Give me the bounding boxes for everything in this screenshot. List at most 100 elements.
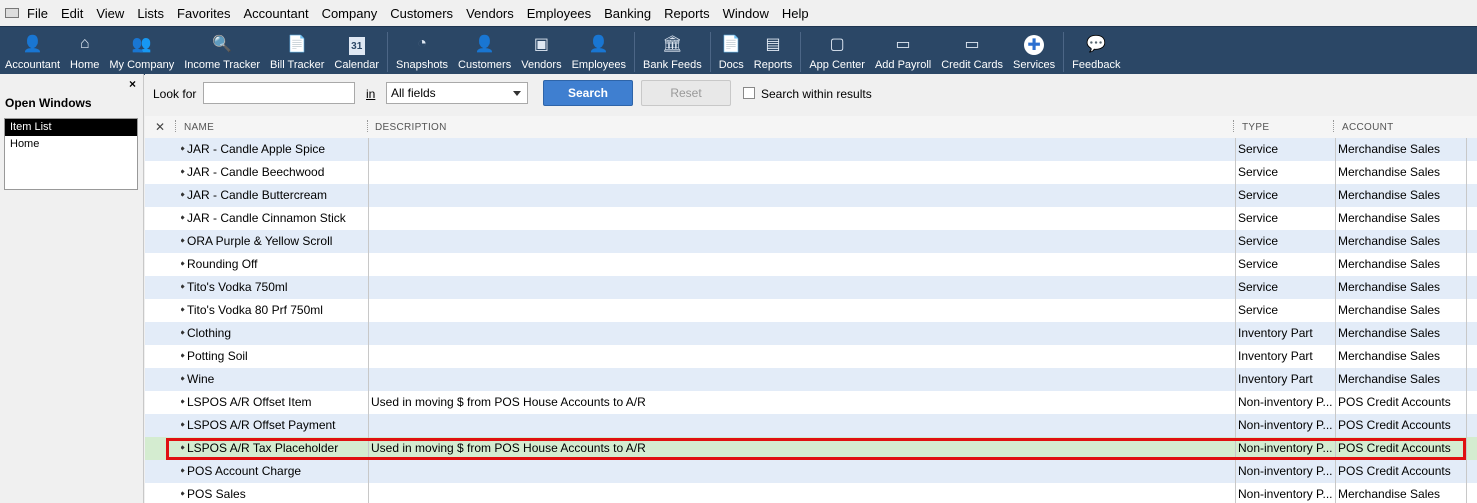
item-name-cell: JAR - Candle Apple Spice: [181, 138, 365, 161]
accountant-icon: 👤: [22, 36, 43, 53]
my-company-icon: 👥: [131, 36, 152, 53]
table-row[interactable]: POS Sales Non-inventory P... Merchandise S…: [145, 483, 1477, 503]
column-header-name[interactable]: NAME: [184, 122, 214, 133]
item-name: Tito's Vodka 80 Prf 750ml: [187, 303, 323, 317]
item-name-cell: ORA Purple & Yellow Scroll: [181, 230, 365, 253]
look-for-input[interactable]: [203, 82, 355, 104]
toolbar-accountant-button[interactable]: 👤 Accountant: [0, 29, 65, 75]
toolbar-home-button[interactable]: ⌂ Home: [65, 29, 104, 75]
column-resize-handle[interactable]: [175, 120, 178, 132]
table-row[interactable]: POS Account Charge Non-inventory P... POS …: [145, 460, 1477, 483]
toolbar-label: App Center: [809, 59, 865, 71]
menu-vendors[interactable]: Vendors: [466, 6, 514, 21]
table-row[interactable]: Wine Inventory Part Merchandise Sales: [145, 368, 1477, 391]
toolbar-income-tracker-button[interactable]: 🔍 Income Tracker: [179, 29, 265, 75]
field-select-value: All fields: [391, 86, 436, 100]
menu-reports[interactable]: Reports: [664, 6, 710, 21]
column-header-description[interactable]: DESCRIPTION: [375, 122, 447, 133]
menu-banking[interactable]: Banking: [604, 6, 651, 21]
item-description-cell: [371, 184, 1231, 207]
toolbar-label: Vendors: [521, 59, 562, 71]
column-resize-handle[interactable]: [1333, 120, 1336, 132]
open-window-home[interactable]: Home: [5, 136, 137, 153]
table-row[interactable]: Tito's Vodka 750ml Service Merchandise Sal…: [145, 276, 1477, 299]
menu-company[interactable]: Company: [322, 6, 378, 21]
toolbar-bank-feeds-button[interactable]: 🏛 Bank Feeds: [638, 29, 707, 75]
table-row[interactable]: ORA Purple & Yellow Scroll Service Merchan…: [145, 230, 1477, 253]
toolbar-bill-tracker-button[interactable]: 📄 Bill Tracker: [265, 29, 329, 75]
menu-lists[interactable]: Lists: [137, 6, 164, 21]
item-account-cell: Merchandise Sales: [1338, 303, 1441, 317]
reset-button[interactable]: Reset: [641, 80, 731, 106]
column-header-type[interactable]: TYPE: [1242, 122, 1269, 133]
toolbar-reports-button[interactable]: ▤ Reports: [749, 29, 798, 75]
menu-edit[interactable]: Edit: [61, 6, 83, 21]
item-account-cell: Merchandise Sales: [1338, 234, 1441, 248]
toolbar-customers-button[interactable]: 👤 Customers: [453, 29, 516, 75]
calendar-icon: 31: [348, 37, 365, 55]
close-panel-icon[interactable]: ×: [129, 77, 136, 91]
column-resize-handle[interactable]: [1233, 120, 1236, 132]
field-select[interactable]: All fields: [386, 82, 528, 104]
table-row[interactable]: JAR - Candle Beechwood Service Merchandise…: [145, 161, 1477, 184]
search-button[interactable]: Search: [543, 80, 633, 106]
services-icon: ✚: [1024, 35, 1045, 55]
item-account-cell: POS Credit Accounts: [1338, 464, 1451, 478]
menu-bar: File Edit View Lists Favorites Accountant Comp…: [0, 0, 1477, 26]
toolbar-my-company-button[interactable]: 👥 My Company: [104, 29, 179, 75]
table-row[interactable]: Clothing Inventory Part Merchandise Sales: [145, 322, 1477, 345]
toolbar-docs-button[interactable]: 📄 Docs: [714, 29, 749, 75]
table-row[interactable]: Tito's Vodka 80 Prf 750ml Service Merchand…: [145, 299, 1477, 322]
item-type-cell: Inventory Part: [1238, 349, 1313, 363]
item-name: LSPOS A/R Offset Item: [187, 395, 312, 409]
item-name-cell: Tito's Vodka 750ml: [181, 276, 365, 299]
menu-help[interactable]: Help: [782, 6, 809, 21]
table-row[interactable]: JAR - Candle Apple Spice Service Merchandi…: [145, 138, 1477, 161]
toolbar-label: My Company: [109, 59, 175, 71]
table-row[interactable]: JAR - Candle Cinnamon Stick Service Mercha…: [145, 207, 1477, 230]
menu-employees[interactable]: Employees: [527, 6, 591, 21]
table-row[interactable]: JAR - Candle Buttercream Service Merchandi…: [145, 184, 1477, 207]
item-name: LSPOS A/R Tax Placeholder: [187, 441, 339, 455]
column-header-account[interactable]: ACCOUNT: [1342, 122, 1394, 133]
search-within-results-checkbox[interactable]: [743, 87, 755, 99]
table-row[interactable]: LSPOS A/R Offset Item Used in moving $ fr…: [145, 391, 1477, 414]
item-description-cell: [371, 276, 1231, 299]
item-account-cell: Merchandise Sales: [1338, 349, 1441, 363]
home-icon: ⌂: [79, 35, 90, 52]
menu-window[interactable]: Window: [723, 6, 769, 21]
item-description-cell: [371, 368, 1231, 391]
menu-file[interactable]: File: [27, 6, 48, 21]
toolbar-snapshots-button[interactable]: ◔ Snapshots: [391, 29, 453, 75]
item-list-table: ✕ NAME DESCRIPTION TYPE ACCOUNT JAR - Ca…: [145, 116, 1477, 503]
toolbar-add-payroll-button[interactable]: ▭ Add Payroll: [870, 29, 936, 75]
bullet-icon: [181, 215, 185, 220]
menu-accountant[interactable]: Accountant: [244, 6, 309, 21]
toolbar-services-button[interactable]: ✚ Services: [1008, 29, 1060, 75]
item-name-cell: Wine: [181, 368, 365, 391]
toolbar-calendar-button[interactable]: 31 Calendar: [329, 29, 384, 75]
table-row[interactable]: Rounding Off Service Merchandise Sales: [145, 253, 1477, 276]
column-resize-handle[interactable]: [367, 120, 370, 132]
menu-view[interactable]: View: [96, 6, 124, 21]
menu-customers[interactable]: Customers: [390, 6, 453, 21]
system-menu-icon[interactable]: [5, 8, 19, 18]
table-row[interactable]: LSPOS A/R Tax Placeholder Used in moving …: [145, 437, 1477, 460]
item-type-cell: Service: [1238, 303, 1279, 317]
menu-favorites[interactable]: Favorites: [177, 6, 230, 21]
bullet-icon: [181, 445, 185, 450]
toolbar-label: Services: [1012, 59, 1056, 71]
table-row[interactable]: LSPOS A/R Offset Payment Non-inventory P.…: [145, 414, 1477, 437]
column-settings-icon[interactable]: ✕: [155, 120, 165, 134]
item-account-cell: POS Credit Accounts: [1338, 418, 1451, 432]
table-row[interactable]: Potting Soil Inventory Part Merchandise Sa…: [145, 345, 1477, 368]
toolbar-vendors-button[interactable]: ▣ Vendors: [516, 29, 566, 75]
toolbar-credit-cards-button[interactable]: ▭ Credit Cards: [936, 29, 1008, 75]
toolbar-label: Credit Cards: [941, 59, 1003, 71]
item-name-cell: Potting Soil: [181, 345, 365, 368]
item-account-cell: Merchandise Sales: [1338, 257, 1441, 271]
toolbar-employees-button[interactable]: 👤 Employees: [567, 29, 631, 75]
open-window-item-list[interactable]: Item List: [5, 119, 137, 136]
toolbar-app-center-button[interactable]: ▢ App Center: [804, 29, 870, 75]
toolbar-feedback-button[interactable]: 💬 Feedback: [1067, 29, 1125, 75]
